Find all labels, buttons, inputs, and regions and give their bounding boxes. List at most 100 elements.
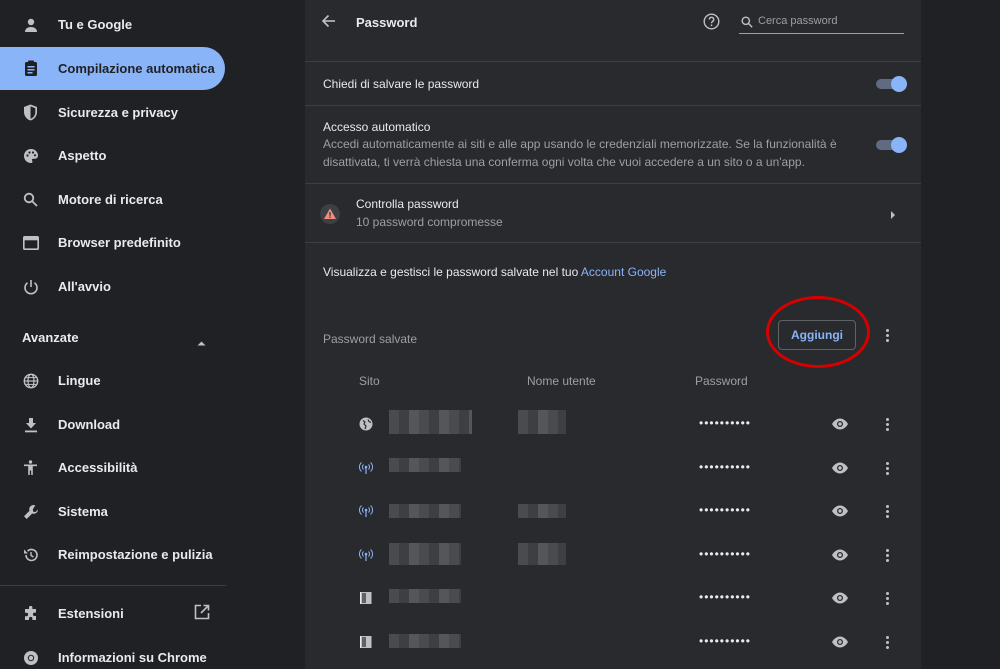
check-passwords-title: Controlla password <box>356 197 459 211</box>
sidebar-item-label: Sicurezza e privacy <box>58 105 178 120</box>
caret-up-icon <box>197 333 206 351</box>
sidebar-item-reset[interactable]: Reimpostazione e pulizia <box>0 533 225 576</box>
eye-icon[interactable] <box>831 635 849 649</box>
chevron-right-icon <box>890 207 898 219</box>
search-icon <box>741 15 754 28</box>
more-vert-icon[interactable] <box>879 327 895 343</box>
redacted-site <box>389 543 461 565</box>
antenna-icon <box>359 504 373 518</box>
accessibility-icon <box>21 458 40 477</box>
toggle-knob <box>891 76 907 92</box>
password-row[interactable]: •••••••••• <box>305 446 921 490</box>
more-vert-icon[interactable] <box>879 634 895 650</box>
sidebar-item-accessibility[interactable]: Accessibilità <box>0 446 225 489</box>
more-vert-icon[interactable] <box>879 416 895 432</box>
divider <box>305 61 921 62</box>
offer-save-label: Chiedi di salvare le password <box>323 77 480 91</box>
google-account-link[interactable]: Account Google <box>581 265 666 279</box>
eye-icon[interactable] <box>831 548 849 562</box>
check-passwords-row[interactable]: Controlla password 10 password compromes… <box>305 184 921 242</box>
browser-icon <box>21 233 40 252</box>
sidebar-item-system[interactable]: Sistema <box>0 490 225 533</box>
clipboard-icon <box>21 59 40 78</box>
shield-icon <box>21 103 40 122</box>
sidebar-item-downloads[interactable]: Download <box>0 403 225 446</box>
sidebar-item-about-chrome[interactable]: Informazioni su Chrome <box>0 636 225 669</box>
column-header-username: Nome utente <box>527 374 596 388</box>
password-row[interactable]: •••••••••• <box>305 576 921 620</box>
offer-save-toggle[interactable] <box>876 76 907 92</box>
password-value: •••••••••• <box>699 503 752 517</box>
manage-text: Visualizza e gestisci le password salvat… <box>323 265 581 279</box>
password-row[interactable]: •••••••••• <box>305 489 921 533</box>
sidebar-item-label: Estensioni <box>58 606 124 621</box>
password-settings-card: Password Chiedi di salvare le password A… <box>305 0 921 669</box>
redacted-site <box>389 589 461 603</box>
password-row[interactable]: •••••••••• <box>305 402 921 446</box>
sidebar-item-label: Browser predefinito <box>58 235 181 250</box>
sidebar-item-label: Informazioni su Chrome <box>58 650 207 665</box>
search-input[interactable] <box>758 12 902 30</box>
password-value: •••••••••• <box>699 590 752 604</box>
sidebar-item-extensions[interactable]: Estensioni <box>0 592 225 635</box>
sidebar-item-label: Download <box>58 417 121 432</box>
auto-signin-description: Accedi automaticamente ai siti e alle ap… <box>323 137 837 169</box>
password-row[interactable]: •••••••••• <box>305 533 921 577</box>
power-icon <box>21 277 40 296</box>
sidebar-item-label: Lingue <box>58 373 101 388</box>
password-value: •••••••••• <box>699 416 752 430</box>
book-icon <box>359 591 373 605</box>
redacted-site <box>389 458 461 472</box>
sidebar-item-label: Aspetto <box>58 148 107 163</box>
eye-icon[interactable] <box>831 591 849 605</box>
sidebar-item-default-browser[interactable]: Browser predefinito <box>0 221 225 264</box>
annotation-circle <box>766 296 870 368</box>
eye-icon[interactable] <box>831 417 849 431</box>
password-value: •••••••••• <box>699 634 752 648</box>
eye-icon[interactable] <box>831 461 849 475</box>
page-header: Password <box>305 0 921 44</box>
antenna-icon <box>359 548 373 562</box>
help-icon[interactable] <box>703 13 721 31</box>
auto-signin-toggle[interactable] <box>876 137 907 153</box>
sidebar-item-security[interactable]: Sicurezza e privacy <box>0 91 225 134</box>
column-header-site: Sito <box>359 374 380 388</box>
sidebar: Tu e Google Compilazione automatica Sicu… <box>0 0 232 669</box>
password-row[interactable]: •••••••••• <box>305 620 921 664</box>
sidebar-item-label: Reimpostazione e pulizia <box>58 547 213 562</box>
restore-icon <box>21 545 40 564</box>
password-value: •••••••••• <box>699 547 752 561</box>
more-vert-icon[interactable] <box>879 503 895 519</box>
column-header-password: Password <box>695 374 748 388</box>
sidebar-item-languages[interactable]: Lingue <box>0 359 225 402</box>
eye-icon[interactable] <box>831 504 849 518</box>
globe-icon <box>21 371 40 390</box>
puzzle-icon <box>21 604 40 623</box>
advanced-section-toggle[interactable]: Avanzate <box>0 320 225 354</box>
advanced-label: Avanzate <box>22 329 79 345</box>
redacted-username <box>518 543 566 565</box>
redacted-username <box>518 410 566 434</box>
sidebar-item-you-and-google[interactable]: Tu e Google <box>0 3 225 46</box>
redacted-site <box>389 634 461 648</box>
antenna-icon <box>359 461 373 475</box>
download-icon <box>21 415 40 434</box>
more-vert-icon[interactable] <box>879 547 895 563</box>
sidebar-item-label: Compilazione automatica <box>58 61 215 76</box>
open-in-new-icon[interactable] <box>194 604 212 622</box>
more-vert-icon[interactable] <box>879 590 895 606</box>
check-passwords-subtitle: 10 password compromesse <box>356 215 503 229</box>
more-vert-icon[interactable] <box>879 460 895 476</box>
chrome-icon <box>21 648 40 667</box>
warning-icon <box>320 204 340 224</box>
auto-signin-title: Accesso automatico <box>323 120 431 134</box>
palette-icon <box>21 146 40 165</box>
arrow-back-icon[interactable] <box>321 13 339 31</box>
sidebar-item-autofill[interactable]: Compilazione automatica <box>0 47 225 90</box>
redacted-username <box>518 504 566 518</box>
sidebar-item-search-engine[interactable]: Motore di ricerca <box>0 178 225 221</box>
search-icon <box>21 190 40 209</box>
toggle-knob <box>891 137 907 153</box>
sidebar-item-appearance[interactable]: Aspetto <box>0 134 225 177</box>
sidebar-item-on-startup[interactable]: All'avvio <box>0 265 225 308</box>
